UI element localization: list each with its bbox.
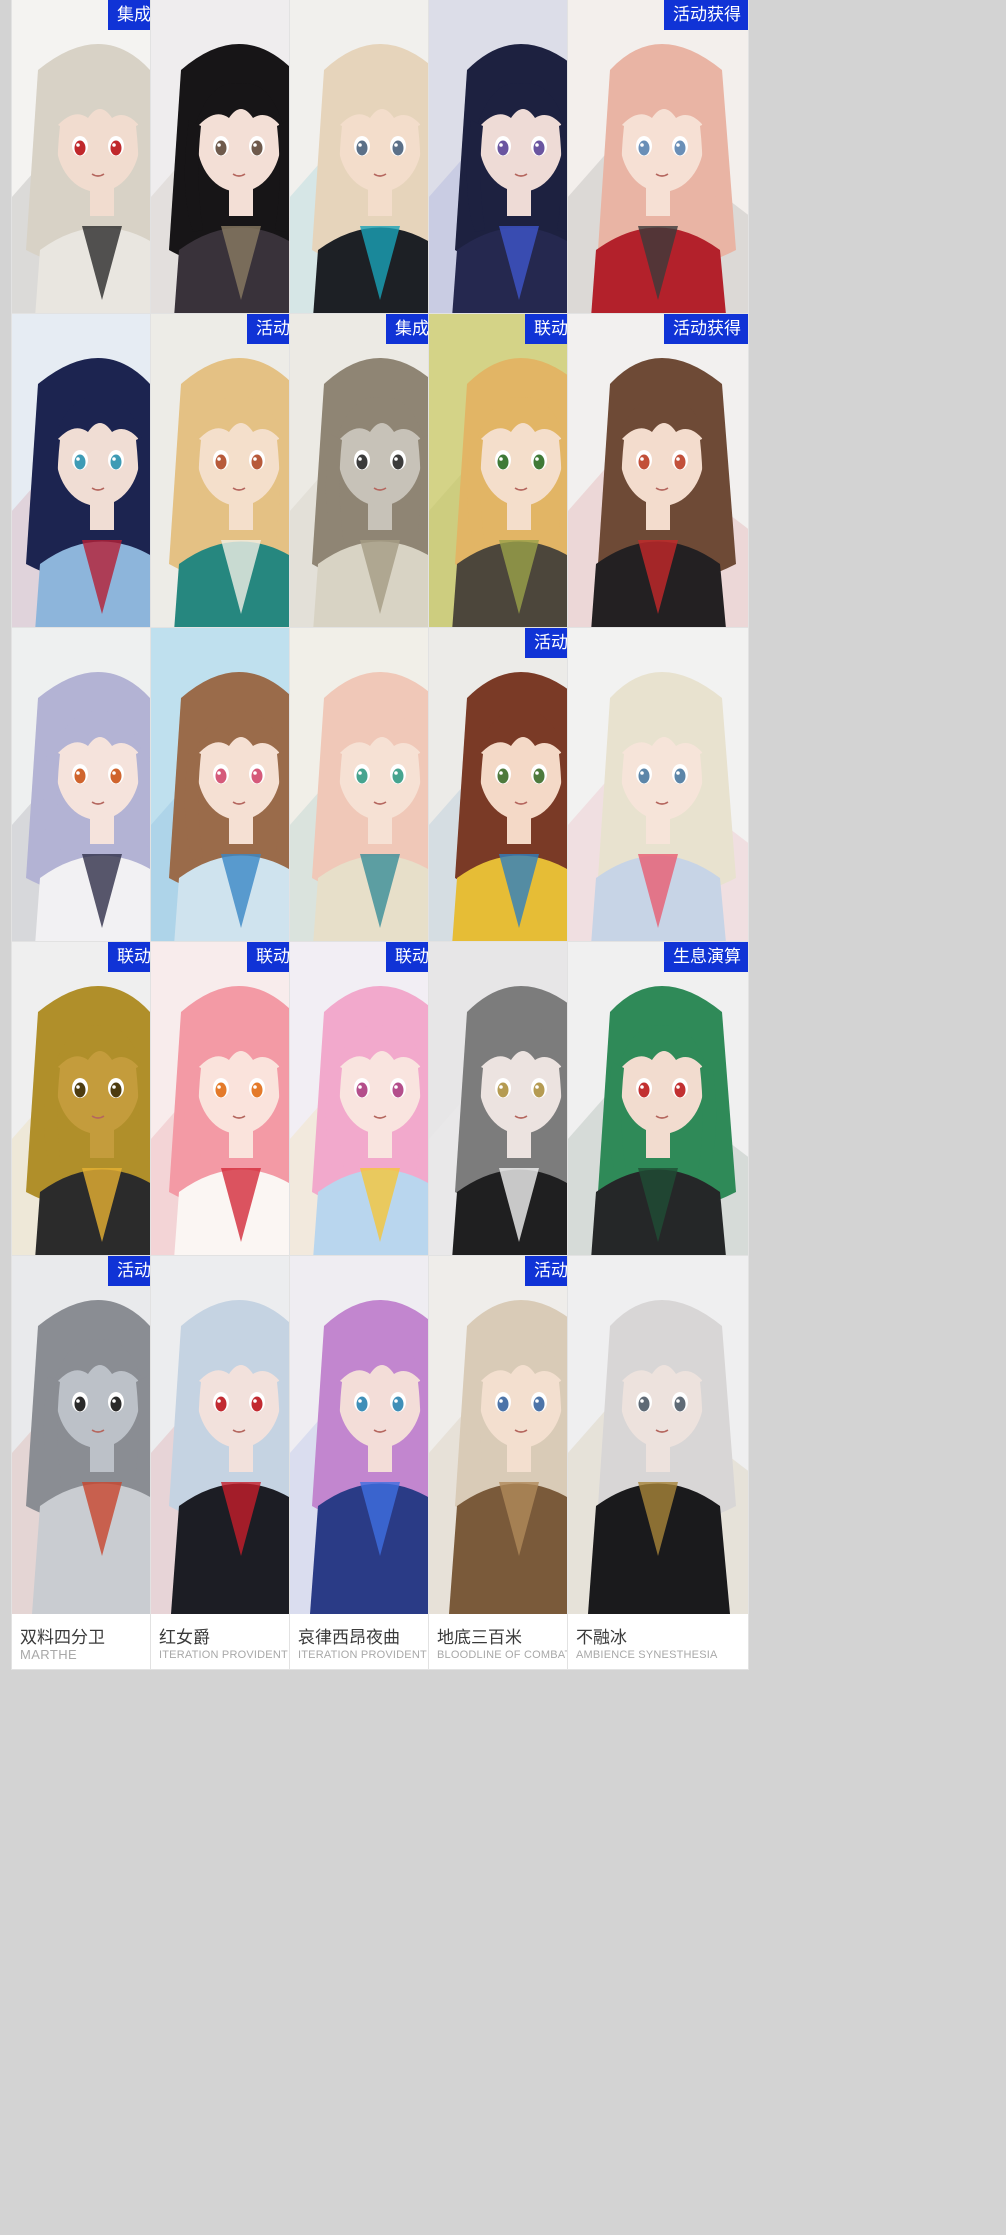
skin-series: ITERATION PROVIDENT bbox=[298, 1649, 427, 1661]
skin-artwork-image bbox=[568, 628, 748, 986]
acquisition-badge: 活动获得 bbox=[664, 0, 748, 30]
skin-name: 哀律西昂夜曲 bbox=[298, 1628, 400, 1648]
skin-series: MARTHE bbox=[20, 1647, 78, 1662]
skin-name: 不融冰 bbox=[576, 1628, 627, 1648]
skin-series: BLOODLINE OF COMBAT bbox=[437, 1649, 572, 1661]
skin-name: 地底三百米 bbox=[437, 1628, 522, 1648]
skin-caption: 不融冰 AMBIENCE SYNESTHESIA bbox=[568, 1614, 748, 1669]
skin-card[interactable]: 不融冰 AMBIENCE SYNESTHESIA bbox=[568, 1256, 748, 1669]
skin-artwork-image bbox=[568, 0, 748, 358]
acquisition-badge: 活动获得 bbox=[664, 314, 748, 344]
skin-artwork-image bbox=[568, 1256, 748, 1614]
skin-gallery-grid: 集成战略砾瓦VITAFIELD 无我唯识TEST COLLECTION 众志归一… bbox=[12, 0, 989, 2235]
skin-series: ITERATION PROVIDENT bbox=[159, 1649, 288, 1661]
skin-name: 红女爵 bbox=[159, 1628, 210, 1648]
skin-name: 双料四分卫 bbox=[20, 1628, 105, 1648]
gallery-row: 活动获得双料四分卫MARTHE 红女爵ITERATION PROVIDENT 哀… bbox=[12, 1256, 989, 1669]
acquisition-badge: 生息演算 bbox=[664, 942, 748, 972]
skin-artwork-image bbox=[568, 314, 748, 672]
skin-series: AMBIENCE SYNESTHESIA bbox=[576, 1649, 718, 1661]
skin-artwork-image bbox=[568, 942, 748, 1300]
